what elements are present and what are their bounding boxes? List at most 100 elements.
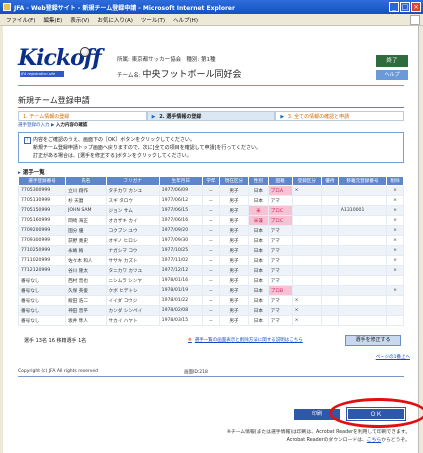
table-cell: × <box>386 235 404 246</box>
table-cell <box>337 215 388 226</box>
table-cell <box>337 275 388 286</box>
table-cell <box>321 305 339 316</box>
table-cell <box>291 255 323 266</box>
minimize-button[interactable]: _ <box>389 2 399 12</box>
table-cell: クボ ヒデトシ <box>105 285 160 296</box>
acrobat-note: ※チーム情報(または選手情報)は印刷は、Acrobat Readerを利用して印… <box>80 429 410 445</box>
table-cell <box>321 195 339 206</box>
menu-tools[interactable]: ツール(T) <box>141 16 165 24</box>
table-cell: 男子 <box>218 275 250 286</box>
table-cell: － <box>201 235 220 246</box>
table-cell: 日本 <box>248 185 269 196</box>
table-cell: 男子 <box>218 285 250 296</box>
table-cell: － <box>201 205 220 216</box>
table-cell: 7705160999 <box>17 215 67 226</box>
instruction-note: ! 内容をご確認のうえ、画面下の［OK］ボタンをクリックしてください。 新規チーム… <box>18 132 404 163</box>
table-cell: ニシムラ シンヤ <box>105 275 160 286</box>
table-cell: 番号なし <box>17 295 67 306</box>
table-cell: 男子 <box>218 235 250 246</box>
scrollbar[interactable] <box>418 26 423 453</box>
table-footer: 選手 13名 16 移籍選手 1名 ※ 選手一覧の画面表示と削除方法に関する説明は… <box>18 334 404 346</box>
menu-file[interactable]: ファイル(F) <box>6 16 35 24</box>
column-header: 国籍 <box>267 176 293 186</box>
sub-step-breadcrumb: 選手登録の入力 ▶ 入力内容の確認 <box>18 122 87 128</box>
sub-step-prefix: 選手登録の入力 <box>18 123 50 128</box>
page-top-link[interactable]: ページの1番上へ <box>376 354 410 360</box>
help-link-text[interactable]: 選手一覧の画面表示と削除方法に関する説明はこちら <box>195 338 303 343</box>
table-cell: 男子 <box>218 245 250 256</box>
step-1-num: 1. <box>23 114 28 120</box>
table-cell <box>386 305 404 316</box>
table-cell <box>321 215 339 226</box>
acrobat-note-line-1: ※チーム情報(または選手情報)は印刷は、Acrobat Readerを利用して印… <box>226 430 410 435</box>
table-cell: 1977/12/12 <box>158 265 203 276</box>
note-line-1: ! 内容をご確認のうえ、画面下の［OK］ボタンをクリックしてください。 <box>24 136 398 144</box>
help-link[interactable]: ※ 選手一覧の画面表示と削除方法に関する説明はこちら <box>188 337 303 343</box>
category-value: 第1種 <box>200 57 216 63</box>
table-cell: 7705150999 <box>17 205 67 216</box>
close-button[interactable]: × <box>411 2 421 12</box>
logout-button[interactable]: 終了 <box>376 55 408 67</box>
table-cell: 7709200999 <box>17 225 67 236</box>
table-cell: 男子 <box>218 195 250 206</box>
table-cell <box>337 305 388 316</box>
column-header: 削除 <box>386 176 404 186</box>
player-list-title: ▸ 選手一覧 <box>18 168 45 176</box>
table-row: 番号なし 神田 晋平 カンダ シンペイ 1978/02/08 －男子 日本 アマ × <box>17 305 404 316</box>
page-content: Kickoff JFA registration site 所属: 東京都サッカ… <box>4 27 423 453</box>
table-cell <box>337 295 388 306</box>
table-cell: × <box>291 185 323 196</box>
table-cell: 男子 <box>218 225 250 236</box>
step-indicator: 1. チーム情報の登録 ▶ 2. 選手情報の登録 ▶ 3. 全ての情報の確認と申… <box>18 111 405 121</box>
table-cell: アマ <box>267 315 293 326</box>
table-cell: 岡崎 海正 <box>65 215 107 226</box>
table-cell: 1977/10/25 <box>158 245 203 256</box>
table-cell: 日本 <box>248 245 269 256</box>
table-cell: 1977/09/30 <box>158 235 203 246</box>
team-label: チーム名: <box>117 73 141 79</box>
table-row: 番号なし 西村 晋也 ニシムラ シンヤ 1978/01/16 －男子 日本 アマ <box>17 275 404 286</box>
menu-edit[interactable]: 編集(E) <box>43 16 62 24</box>
link-marker-icon: ※ <box>188 338 192 343</box>
table-cell <box>321 185 339 196</box>
table-cell: × <box>386 245 404 256</box>
table-cell: オギノ ヒロシ <box>105 235 160 246</box>
table-cell <box>321 265 339 276</box>
table-cell: 男子 <box>218 295 250 306</box>
help-button[interactable]: ヘルプ <box>376 70 408 80</box>
acrobat-download-link[interactable]: こちら <box>367 438 381 443</box>
table-cell <box>291 195 323 206</box>
table-cell: × <box>291 305 323 316</box>
table-cell: 7709300999 <box>17 235 67 246</box>
table-cell <box>291 235 323 246</box>
table-cell: アマ <box>267 275 293 286</box>
table-cell: タニカワ カツユ <box>105 265 160 276</box>
edit-players-button[interactable]: 選手を修正する <box>345 335 401 346</box>
table-cell: 男子 <box>218 185 250 196</box>
table-cell: － <box>201 245 220 256</box>
table-cell: 番号なし <box>17 285 67 296</box>
table-cell: アマ <box>267 265 293 276</box>
team-info: チーム名: 中央フットボール同好会 <box>117 67 241 80</box>
column-header: 選手登録番号 <box>17 176 67 186</box>
step-2-num: 2. <box>159 114 165 120</box>
table-cell: 日本 <box>248 315 269 326</box>
table-cell: 立川 翔作 <box>65 185 107 196</box>
table-cell: プロB <box>267 285 293 296</box>
table-cell: 7710250999 <box>17 245 67 256</box>
table-cell: × <box>291 315 323 326</box>
table-cell: 1978/01/22 <box>158 295 203 306</box>
note-line-2: 新規チーム登録申請トップ画面へ戻りますので、次に[全ての項目を確認して申請]を行… <box>33 145 262 151</box>
step-1-label: チーム情報の登録 <box>29 114 70 120</box>
table-cell: ジョン サム <box>105 205 160 216</box>
maximize-button[interactable]: □ <box>400 2 410 12</box>
menu-help[interactable]: ヘルプ(H) <box>173 16 198 24</box>
window-titlebar: JFA - Web登録サイト - 新規チーム登録申請 - Microsoft I… <box>0 0 423 14</box>
menu-favorites[interactable]: お気に入り(A) <box>97 16 133 24</box>
table-cell: アマ <box>267 195 293 206</box>
menu-view[interactable]: 表示(V) <box>70 16 89 24</box>
table-cell: 7705300999 <box>17 185 67 196</box>
table-cell: 7711020999 <box>17 255 67 266</box>
table-cell: × <box>386 205 404 216</box>
step-arrow-icon: ▶ <box>280 114 285 120</box>
